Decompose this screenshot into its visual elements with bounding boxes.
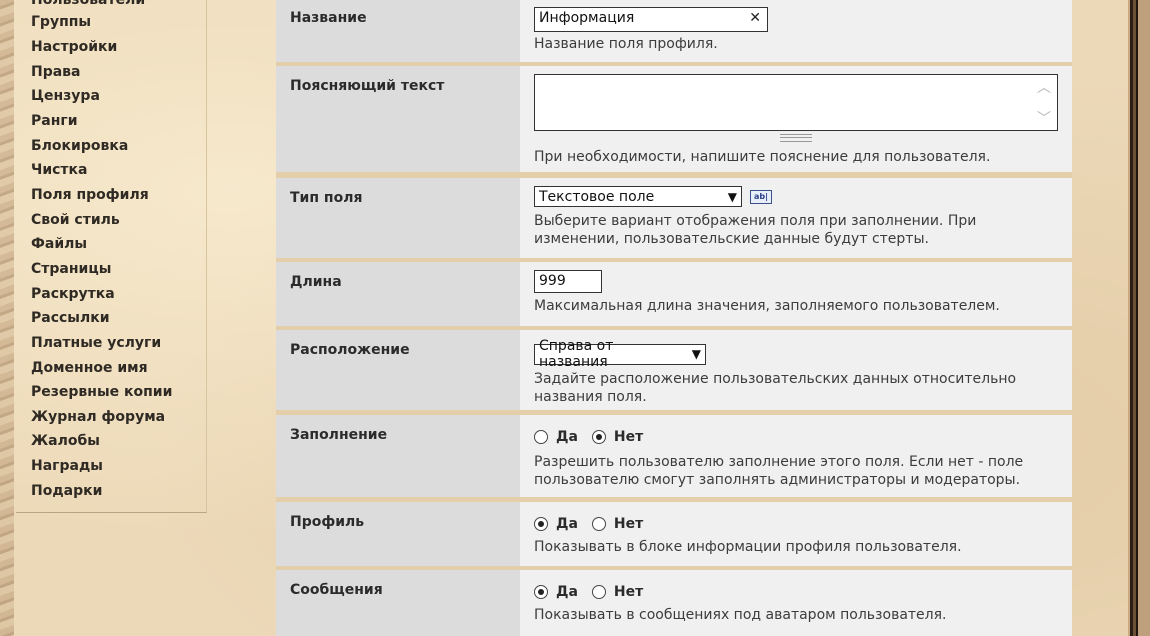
sidebar-item-complaints[interactable]: Жалобы xyxy=(31,432,100,450)
field-type-select[interactable]: Текстовое поле ▼ xyxy=(534,186,742,207)
sidebar-item-permissions[interactable]: Права xyxy=(31,63,81,81)
sidebar-item-custom-style[interactable]: Свой стиль xyxy=(31,211,120,229)
field-label-name: Название xyxy=(276,0,520,62)
sidebar-item-users[interactable]: Пользователи xyxy=(31,0,145,9)
form-row-position: Расположение Справа от названия ▼ Задайт… xyxy=(276,330,1072,410)
messages-radio-group: Да Нет xyxy=(534,582,1058,602)
hint-profile: Показывать в блоке информации профиля по… xyxy=(534,539,962,555)
position-selected: Справа от названия xyxy=(539,338,614,370)
form-row-profile: Профиль Да Нет Показывать в блоке информ… xyxy=(276,502,1072,566)
right-ornament-frame xyxy=(1128,0,1150,636)
field-value-explain: ︿ ﹀ При необходимости, напишите пояснени… xyxy=(520,66,1072,172)
messages-no-label[interactable]: Нет xyxy=(614,584,643,600)
sidebar-item-profile-fields[interactable]: Поля профиля xyxy=(31,186,149,204)
filling-yes-label[interactable]: Да xyxy=(556,429,578,445)
profile-yes-label[interactable]: Да xyxy=(556,516,578,532)
field-label-position: Расположение xyxy=(276,330,520,410)
sidebar-item-cleanup[interactable]: Чистка xyxy=(31,161,88,179)
form-row-type: Тип поля Текстовое поле ▼ ab| Выберите в… xyxy=(276,178,1072,258)
form-row-messages: Сообщения Да Нет Показывать в сообщениях… xyxy=(276,570,1072,636)
sidebar-item-forum-log[interactable]: Журнал форума xyxy=(31,408,165,426)
filling-yes-radio[interactable] xyxy=(534,430,548,444)
filling-radio-group: Да Нет xyxy=(534,427,1058,447)
hint-explain: При необходимости, напишите пояснение дл… xyxy=(534,149,991,165)
sidebar-item-blocking[interactable]: Блокировка xyxy=(31,137,128,155)
field-label-length: Длина xyxy=(276,262,520,326)
length-input-value: 999 xyxy=(539,273,566,289)
sidebar-item-promotion[interactable]: Раскрутка xyxy=(31,285,115,303)
sidebar-item-groups[interactable]: Группы xyxy=(31,13,91,31)
admin-sidebar: Пользователи Группы Настройки Права Ценз… xyxy=(16,0,207,513)
field-label-filling: Заполнение xyxy=(276,415,520,497)
filling-no-radio[interactable] xyxy=(591,430,606,444)
field-value-length: 999 Максимальная длина значения, заполня… xyxy=(520,262,1072,326)
text-field-icon: ab| xyxy=(750,189,772,204)
messages-yes-label[interactable]: Да xyxy=(556,584,578,600)
hint-length: Максимальная длина значения, заполняемог… xyxy=(534,298,1000,314)
left-ornament-border xyxy=(0,0,14,636)
sidebar-item-gifts[interactable]: Подарки xyxy=(31,482,102,500)
clear-icon[interactable]: ✕ xyxy=(749,10,761,26)
profile-no-label[interactable]: Нет xyxy=(614,516,643,532)
name-input-value: Информация xyxy=(539,10,635,26)
name-input[interactable]: Информация ✕ xyxy=(534,7,768,32)
sidebar-item-backups[interactable]: Резервные копии xyxy=(31,383,172,401)
hint-name: Название поля профиля. xyxy=(534,36,718,52)
field-value-name: Информация ✕ Название поля профиля. xyxy=(520,0,1072,62)
field-label-profile: Профиль xyxy=(276,502,520,566)
form-row-length: Длина 999 Максимальная длина значения, з… xyxy=(276,262,1072,326)
hint-messages: Показывать в сообщениях под аватаром пол… xyxy=(534,607,947,623)
hint-position: Задайте расположение пользовательских да… xyxy=(534,370,1017,405)
field-value-position: Справа от названия ▼ Задайте расположени… xyxy=(520,330,1072,410)
profile-yes-radio[interactable] xyxy=(534,517,548,531)
form-row-filling: Заполнение Да Нет Разрешить пользователю… xyxy=(276,415,1072,497)
field-value-messages: Да Нет Показывать в сообщениях под авата… xyxy=(520,570,1072,636)
field-value-profile: Да Нет Показывать в блоке информации про… xyxy=(520,502,1072,566)
field-type-selected: Текстовое поле xyxy=(539,188,655,205)
field-label-type: Тип поля xyxy=(276,178,520,258)
hint-filling: Разрешить пользователю заполнение этого … xyxy=(534,454,1024,488)
sidebar-item-mailing[interactable]: Рассылки xyxy=(31,309,110,327)
messages-no-radio[interactable] xyxy=(591,585,606,599)
scroll-up-icon[interactable]: ︿ xyxy=(1037,77,1051,97)
sidebar-item-censorship[interactable]: Цензура xyxy=(31,87,100,105)
hint-type: Выберите вариант отображения поля при за… xyxy=(534,213,977,247)
form-row-name: Название Информация ✕ Название поля проф… xyxy=(276,0,1072,62)
profile-field-form: Название Информация ✕ Название поля проф… xyxy=(276,0,1072,636)
sidebar-item-awards[interactable]: Награды xyxy=(31,457,103,475)
form-row-explain: Поясняющий текст ︿ ﹀ При необходимости, … xyxy=(276,66,1072,172)
sidebar-item-files[interactable]: Файлы xyxy=(31,235,87,253)
field-label-explain: Поясняющий текст xyxy=(276,66,520,172)
field-label-messages: Сообщения xyxy=(276,570,520,636)
sidebar-item-pages[interactable]: Страницы xyxy=(31,260,111,278)
length-input[interactable]: 999 xyxy=(534,270,602,293)
sidebar-item-paid-services[interactable]: Платные услуги xyxy=(31,334,161,352)
sidebar-item-domain[interactable]: Доменное имя xyxy=(31,359,148,377)
field-value-type: Текстовое поле ▼ ab| Выберите вариант от… xyxy=(520,178,1072,258)
profile-radio-group: Да Нет xyxy=(534,514,1058,534)
explain-textarea[interactable]: ︿ ﹀ xyxy=(534,74,1058,131)
position-select[interactable]: Справа от названия ▼ xyxy=(534,338,706,370)
messages-yes-radio[interactable] xyxy=(534,585,548,599)
sidebar-item-settings[interactable]: Настройки xyxy=(31,38,117,56)
chevron-down-icon: ▼ xyxy=(691,347,701,361)
field-value-filling: Да Нет Разрешить пользователю заполнение… xyxy=(520,415,1072,497)
chevron-down-icon: ▼ xyxy=(727,189,737,204)
filling-no-label[interactable]: Нет xyxy=(614,429,643,445)
profile-no-radio[interactable] xyxy=(591,517,606,531)
sidebar-item-ranks[interactable]: Ранги xyxy=(31,112,78,130)
scroll-down-icon[interactable]: ﹀ xyxy=(1037,108,1051,128)
resize-grip-icon[interactable] xyxy=(780,134,812,142)
